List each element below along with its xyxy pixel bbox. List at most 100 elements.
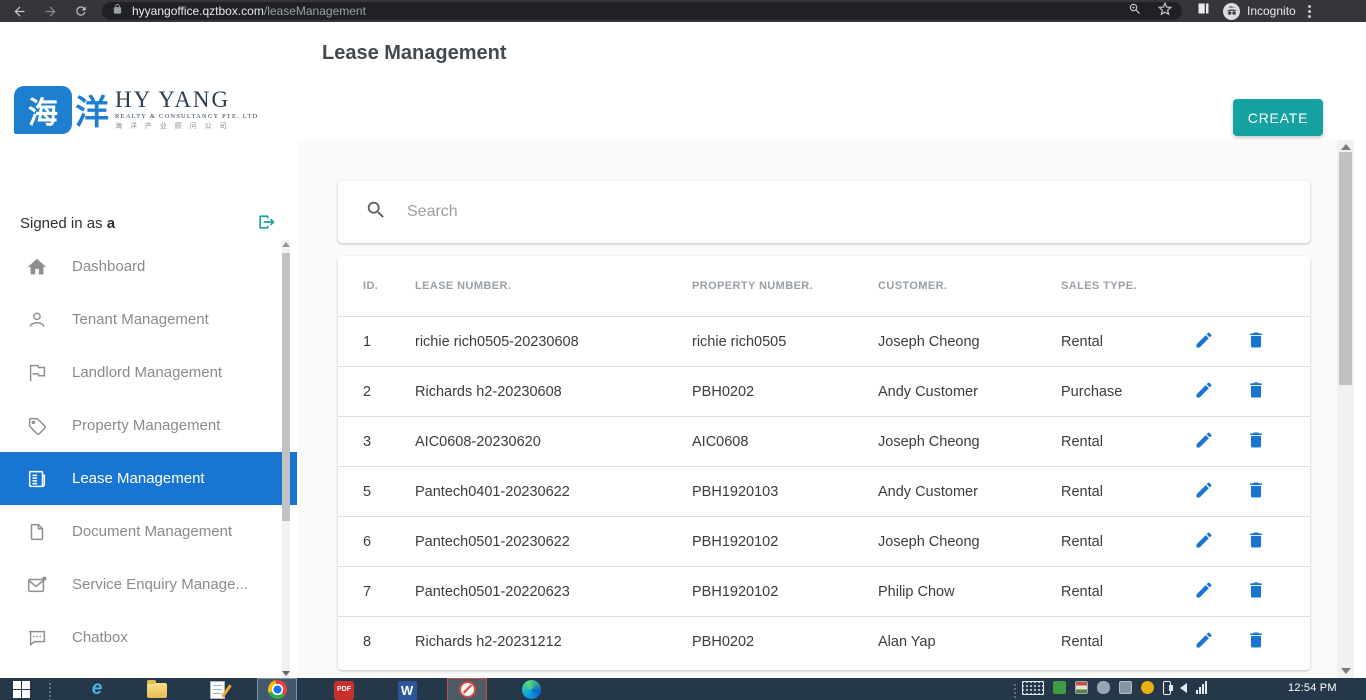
taskbar-word[interactable]: W bbox=[388, 679, 426, 700]
delete-button[interactable] bbox=[1244, 430, 1268, 454]
tray-grip bbox=[1013, 683, 1017, 700]
cell-property-number: PBH0202 bbox=[692, 634, 878, 650]
delete-button[interactable] bbox=[1244, 630, 1268, 654]
taskbar-file-explorer[interactable] bbox=[138, 679, 176, 700]
zoom-icon[interactable] bbox=[1128, 2, 1142, 21]
scroll-up-icon[interactable] bbox=[1341, 144, 1351, 150]
notepad-icon bbox=[210, 681, 225, 699]
edit-button[interactable] bbox=[1192, 330, 1216, 354]
sidebar-item-landlord-management[interactable]: Landlord Management bbox=[0, 346, 297, 399]
chat-icon bbox=[25, 626, 49, 650]
trash-icon bbox=[1246, 630, 1266, 653]
tray-app-icon[interactable] bbox=[1053, 681, 1066, 694]
create-button[interactable]: CREATE bbox=[1233, 99, 1323, 136]
sidebar-item-property-management[interactable]: Property Management bbox=[0, 399, 297, 452]
sidebar-item-tenant-management[interactable]: Tenant Management bbox=[0, 293, 297, 346]
sidebar-item-document-management[interactable]: Document Management bbox=[0, 505, 297, 558]
sidebar-item-lease-management[interactable]: Lease Management bbox=[0, 452, 297, 505]
cell-lease-number: AIC0608-20230620 bbox=[415, 434, 692, 450]
taskbar-pdf-app[interactable]: PDF bbox=[325, 679, 363, 700]
tray-app-icon[interactable] bbox=[1097, 681, 1110, 694]
flag-icon bbox=[25, 361, 49, 385]
app-window: 海 洋 HY YANG REALTY & CONSULTANCY PTE. LT… bbox=[0, 22, 1366, 678]
taskbar-chrome-active[interactable] bbox=[258, 679, 296, 700]
taskbar-internet-explorer[interactable]: e bbox=[78, 679, 116, 700]
main-scrollbar[interactable] bbox=[1337, 140, 1354, 678]
pencil-icon bbox=[1194, 630, 1214, 653]
delete-button[interactable] bbox=[1244, 530, 1268, 554]
taskbar-notepad[interactable] bbox=[198, 679, 236, 700]
delete-button[interactable] bbox=[1244, 580, 1268, 604]
scroll-down-icon[interactable] bbox=[282, 671, 290, 676]
cell-sales-type: Rental bbox=[1061, 484, 1172, 500]
cell-sales-type: Rental bbox=[1061, 434, 1172, 450]
main-area: Lease Management CREATE ID. LEASE NUMBER… bbox=[297, 22, 1366, 678]
pencil-icon bbox=[1194, 480, 1214, 503]
cell-customer: Joseph Cheong bbox=[878, 534, 1061, 550]
logout-icon bbox=[255, 212, 277, 235]
tray-app-icon[interactable] bbox=[1119, 681, 1132, 694]
delete-button[interactable] bbox=[1244, 330, 1268, 354]
pdf-icon: PDF bbox=[334, 681, 354, 700]
search-input[interactable] bbox=[407, 203, 1290, 221]
edit-button[interactable] bbox=[1192, 430, 1216, 454]
edit-button[interactable] bbox=[1192, 580, 1216, 604]
sidebar-item-service-enquiry-management[interactable]: Service Enquiry Manage... bbox=[0, 558, 297, 611]
logout-button[interactable] bbox=[255, 212, 277, 235]
page-header: Lease Management CREATE bbox=[297, 22, 1366, 140]
scroll-up-icon[interactable] bbox=[282, 242, 290, 247]
delete-button[interactable] bbox=[1244, 480, 1268, 504]
speaker-icon[interactable] bbox=[1180, 683, 1187, 693]
sidebar-scrollbar[interactable] bbox=[282, 240, 290, 678]
edit-button[interactable] bbox=[1192, 630, 1216, 654]
lease-table: ID. LEASE NUMBER. PROPERTY NUMBER. CUSTO… bbox=[338, 256, 1310, 670]
table-row: 5 Pantech0401-20230622 PBH1920103 Andy C… bbox=[338, 466, 1310, 516]
scroll-down-icon[interactable] bbox=[1341, 668, 1351, 674]
edit-button[interactable] bbox=[1192, 480, 1216, 504]
clock[interactable]: 12:54 PM bbox=[1288, 682, 1337, 694]
windows-taskbar: e PDF W 12:54 PM bbox=[0, 678, 1366, 700]
address-bar[interactable]: hyyangoffice.qztbox.com/leaseManagement bbox=[102, 2, 1182, 20]
edit-button[interactable] bbox=[1192, 380, 1216, 404]
side-panel-icon[interactable] bbox=[1196, 1, 1211, 21]
taskbar-blocked-app[interactable] bbox=[448, 679, 486, 700]
network-icon[interactable] bbox=[1196, 681, 1207, 694]
pencil-icon bbox=[1194, 530, 1214, 553]
company-name: HY YANG bbox=[115, 88, 258, 112]
company-subtitle: REALTY & CONSULTANCY PTE. LTD bbox=[115, 114, 258, 121]
forward-icon[interactable] bbox=[43, 4, 58, 19]
taskbar-edge[interactable] bbox=[512, 679, 550, 700]
reload-icon[interactable] bbox=[74, 4, 88, 18]
column-property-number: PROPERTY NUMBER. bbox=[692, 280, 878, 292]
cell-property-number: PBH0202 bbox=[692, 384, 878, 400]
touch-keyboard-icon[interactable] bbox=[1022, 681, 1044, 695]
sidebar-item-dashboard[interactable]: Dashboard bbox=[0, 240, 297, 293]
cell-id: 3 bbox=[363, 434, 415, 450]
bookmark-star-icon[interactable] bbox=[1158, 2, 1172, 21]
delete-button[interactable] bbox=[1244, 380, 1268, 404]
chrome-icon bbox=[268, 680, 287, 699]
cell-customer: Joseph Cheong bbox=[878, 434, 1061, 450]
signed-in-row: Signed in as a bbox=[20, 212, 277, 235]
page-title: Lease Management bbox=[322, 42, 507, 65]
table-row: 6 Pantech0501-20230622 PBH1920102 Joseph… bbox=[338, 516, 1310, 566]
main-scrollbar-thumb[interactable] bbox=[1339, 152, 1352, 385]
pencil-icon bbox=[1194, 380, 1214, 403]
content-area: ID. LEASE NUMBER. PROPERTY NUMBER. CUSTO… bbox=[297, 140, 1337, 678]
edit-button[interactable] bbox=[1192, 530, 1216, 554]
ime-icon[interactable] bbox=[1075, 681, 1088, 694]
tray-app-icon[interactable] bbox=[1141, 681, 1154, 694]
cell-sales-type: Rental bbox=[1061, 584, 1172, 600]
cell-id: 1 bbox=[363, 334, 415, 350]
sidebar-scrollbar-thumb[interactable] bbox=[282, 253, 290, 521]
cell-customer: Andy Customer bbox=[878, 384, 1061, 400]
pencil-icon bbox=[1194, 330, 1214, 353]
browser-menu-icon[interactable] bbox=[1308, 5, 1311, 18]
search-icon bbox=[338, 199, 387, 226]
back-icon[interactable] bbox=[12, 4, 27, 19]
sidebar-item-chatbox[interactable]: Chatbox bbox=[0, 611, 297, 664]
start-button[interactable] bbox=[2, 679, 40, 700]
browser-toolbar: hyyangoffice.qztbox.com/leaseManagement … bbox=[0, 0, 1366, 22]
cell-id: 5 bbox=[363, 484, 415, 500]
cell-lease-number: richie rich0505-20230608 bbox=[415, 334, 692, 350]
